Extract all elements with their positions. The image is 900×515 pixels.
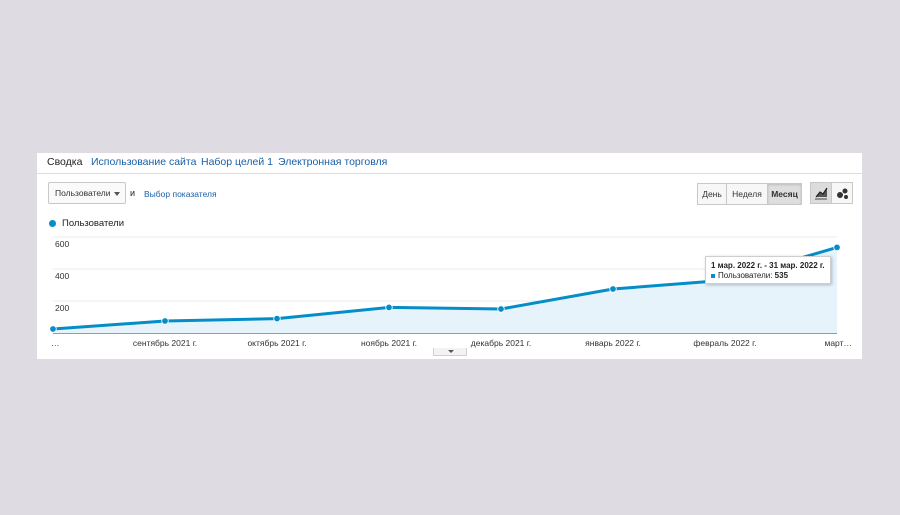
analytics-panel: Сводка Использование сайта Набор целей 1…	[37, 153, 862, 359]
data-point	[609, 285, 617, 293]
x-tick-label: сентябрь 2021 г.	[133, 338, 197, 348]
data-tooltip: 1 мар. 2022 г. - 31 мар. 2022 г. Пользов…	[705, 256, 831, 284]
tooltip-metric-label: Пользователи:	[718, 271, 773, 280]
data-point	[273, 314, 281, 323]
data-point	[833, 243, 841, 252]
tooltip-metric-value: 535	[774, 271, 789, 280]
y-tick-label: 200	[55, 303, 69, 313]
x-tick-label: март…	[824, 338, 852, 348]
x-tick-label: октябрь 2021 г.	[247, 338, 306, 348]
x-tick-label: январь 2022 г.	[585, 338, 641, 348]
x-tick-label: ноябрь 2021 г.	[361, 338, 417, 348]
x-tick-label: …	[51, 338, 60, 348]
tooltip-series-marker	[711, 274, 715, 278]
chevron-down-icon	[448, 350, 454, 353]
data-point	[385, 303, 393, 312]
x-tick-label: декабрь 2021 г.	[471, 338, 531, 348]
data-point	[49, 325, 57, 333]
data-point	[497, 305, 505, 313]
tooltip-metric: Пользователи: 535	[718, 271, 788, 280]
x-tick-label: февраль 2022 г.	[693, 338, 756, 348]
tooltip-date-range: 1 мар. 2022 г. - 31 мар. 2022 г.	[711, 261, 825, 270]
y-tick-label: 400	[55, 271, 69, 281]
y-tick-label: 600	[55, 239, 69, 249]
data-point	[161, 317, 169, 325]
expand-chart-handle[interactable]	[433, 348, 467, 356]
